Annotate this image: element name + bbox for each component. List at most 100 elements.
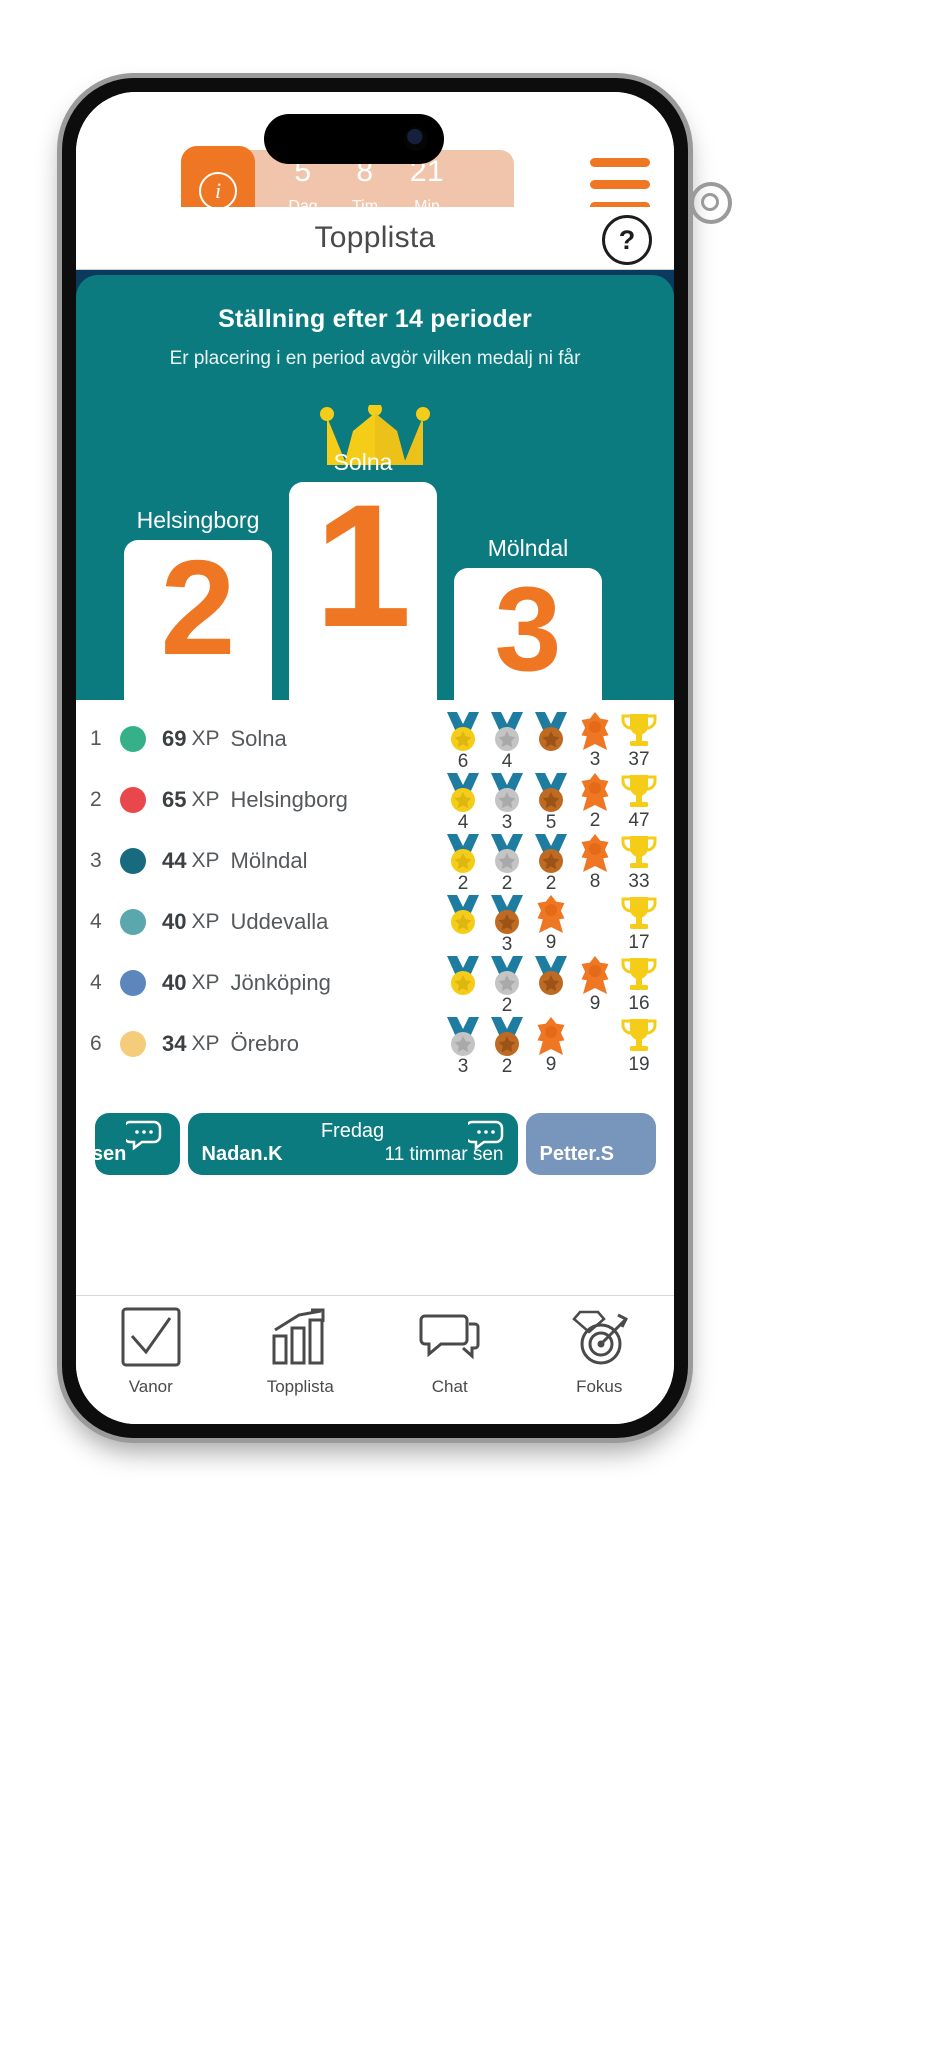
help-question-icon[interactable]: ? — [602, 215, 652, 265]
menu-bar-1 — [590, 158, 650, 167]
chat-bubble-icon — [419, 1306, 481, 1373]
medal-count: 47 — [628, 810, 650, 831]
row-xp-value: 34 — [162, 1030, 187, 1056]
medal-gold — [441, 893, 485, 934]
hamburger-menu-icon[interactable] — [590, 158, 650, 214]
nav-item-vanor-label: Vanor — [128, 1377, 173, 1396]
medal-trophy: 33 — [617, 832, 661, 893]
row-xp-unit: XP — [191, 848, 220, 872]
table-row[interactable]: 1 69 XP Solna 6 4 3 37 — [76, 708, 674, 772]
team-color-dot — [120, 725, 146, 752]
chat-card-left[interactable]: r sen — [79, 1113, 180, 1175]
podium-place-2: Helsingborg 2 — [124, 507, 272, 700]
medal-ribbon: 8 — [573, 832, 617, 893]
bar-chart-icon — [269, 1306, 331, 1373]
medal-ribbon: 9 — [573, 954, 617, 1015]
medal-ribbon: 9 — [529, 893, 573, 954]
team-color-dot — [120, 1030, 146, 1057]
medal-count: 8 — [589, 871, 601, 892]
podium-place-3-name: Mölndal — [487, 535, 569, 561]
medal-count: 9 — [545, 1054, 557, 1075]
nav-item-fokus[interactable]: Fokus — [525, 1306, 675, 1397]
medal-silver: 2 — [485, 954, 529, 1017]
row-team-name: Uddevalla — [230, 908, 329, 934]
row-team-name: Helsingborg — [230, 786, 348, 812]
table-row[interactable]: 4 40 XP Jönköping 2 9 16 — [76, 952, 674, 1016]
medal-bronze — [529, 954, 573, 995]
podium-place-2-name: Helsingborg — [136, 507, 260, 533]
row-xp-unit: XP — [191, 970, 220, 994]
row-medals: 3 9 17 — [441, 893, 661, 956]
row-xp-unit: XP — [191, 726, 220, 750]
chat-right-name: Petter.S — [539, 1143, 614, 1165]
row-xp-unit: XP — [191, 1031, 220, 1055]
nav-item-chat-label: Chat — [431, 1377, 468, 1396]
row-team-name: Jönköping — [230, 969, 331, 995]
chat-strip: r sen Fredag Nadan.K 11 timmar sen Pette… — [76, 1108, 674, 1180]
row-xp-value: 40 — [162, 908, 187, 934]
phone-screen: i 5 Dag 8 Tim 21 Min — [76, 92, 674, 1424]
podium-inner: Ställning efter 14 perioder Er placering… — [76, 275, 674, 700]
row-xp-unit: XP — [191, 909, 220, 933]
row-xp-unit: XP — [191, 787, 220, 811]
medal-blank — [573, 893, 617, 934]
dynamic-island — [264, 114, 444, 164]
row-rank: 3 — [90, 848, 102, 872]
checkbox-icon — [120, 1306, 182, 1373]
medal-count: 16 — [628, 993, 650, 1014]
nav-item-chat[interactable]: Chat — [375, 1306, 525, 1397]
medal-count: 2 — [501, 1056, 513, 1077]
medal-count: 37 — [628, 749, 650, 770]
rear-camera-lens-icon — [690, 182, 732, 224]
nav-item-topplista[interactable]: Topplista — [226, 1306, 376, 1397]
row-rank: 1 — [90, 726, 102, 750]
nav-item-vanor[interactable]: Vanor — [76, 1306, 226, 1397]
chat-avatar-icon — [464, 1118, 508, 1159]
row-rank: 2 — [90, 787, 102, 811]
medal-trophy: 47 — [617, 771, 661, 832]
medal-ribbon: 3 — [573, 710, 617, 771]
medal-bronze — [529, 710, 573, 751]
menu-bar-2 — [590, 180, 650, 189]
medal-count: 9 — [589, 993, 601, 1014]
table-row[interactable]: 4 40 XP Uddevalla 3 9 17 — [76, 891, 674, 955]
team-color-dot — [120, 969, 146, 996]
chat-card-right[interactable]: Petter.S — [525, 1113, 656, 1175]
medal-gold: 4 — [441, 771, 485, 834]
standings-heading: Ställning efter 14 perioder — [218, 305, 532, 333]
medal-count: 17 — [628, 932, 650, 953]
team-color-dot — [120, 847, 146, 874]
medal-count: 9 — [545, 932, 557, 953]
table-row[interactable]: 3 44 XP Mölndal 2 2 2 8 33 — [76, 830, 674, 894]
medal-trophy: 16 — [617, 954, 661, 1015]
row-medals: 2 9 16 — [441, 954, 661, 1017]
podium-place-3-block: 3 — [454, 568, 602, 700]
row-xp-value: 65 — [162, 786, 187, 812]
podium-panel: Ställning efter 14 perioder Er placering… — [76, 270, 674, 700]
title-bar: Topplista ? — [76, 207, 674, 270]
medal-gold: 6 — [441, 710, 485, 773]
phone-device-frame: i 5 Dag 8 Tim 21 Min — [62, 78, 732, 1438]
info-circle-icon: i — [199, 172, 237, 210]
table-row[interactable]: 6 34 XP Örebro 3 2 9 19 — [76, 1013, 674, 1077]
medal-count: 2 — [589, 810, 601, 831]
row-medals: 2 2 2 8 33 — [441, 832, 661, 895]
bottom-navigation: Vanor Topplista Chat Fokus — [76, 1295, 674, 1424]
medal-count: 3 — [589, 749, 601, 770]
row-team-name: Örebro — [230, 1030, 299, 1056]
medal-silver: 3 — [441, 1015, 485, 1078]
medal-count: 3 — [457, 1056, 469, 1077]
medal-silver: 2 — [485, 832, 529, 895]
chat-center-name: Nadan.K — [201, 1143, 283, 1165]
podium-place-1: Solna 1 — [289, 449, 437, 700]
team-color-dot — [120, 908, 146, 935]
row-medals: 6 4 3 37 — [441, 710, 661, 773]
chat-card-center[interactable]: Fredag Nadan.K 11 timmar sen — [187, 1113, 518, 1175]
row-medals: 3 2 9 19 — [441, 1015, 661, 1078]
chat-avatar-icon — [122, 1118, 166, 1159]
medal-silver: 4 — [485, 710, 529, 773]
podium-place-2-block: 2 — [124, 540, 272, 700]
podium-place-1-block: 1 — [289, 479, 437, 700]
table-row[interactable]: 2 65 XP Helsingborg 4 3 5 2 47 — [76, 769, 674, 833]
row-rank: 6 — [90, 1031, 102, 1055]
